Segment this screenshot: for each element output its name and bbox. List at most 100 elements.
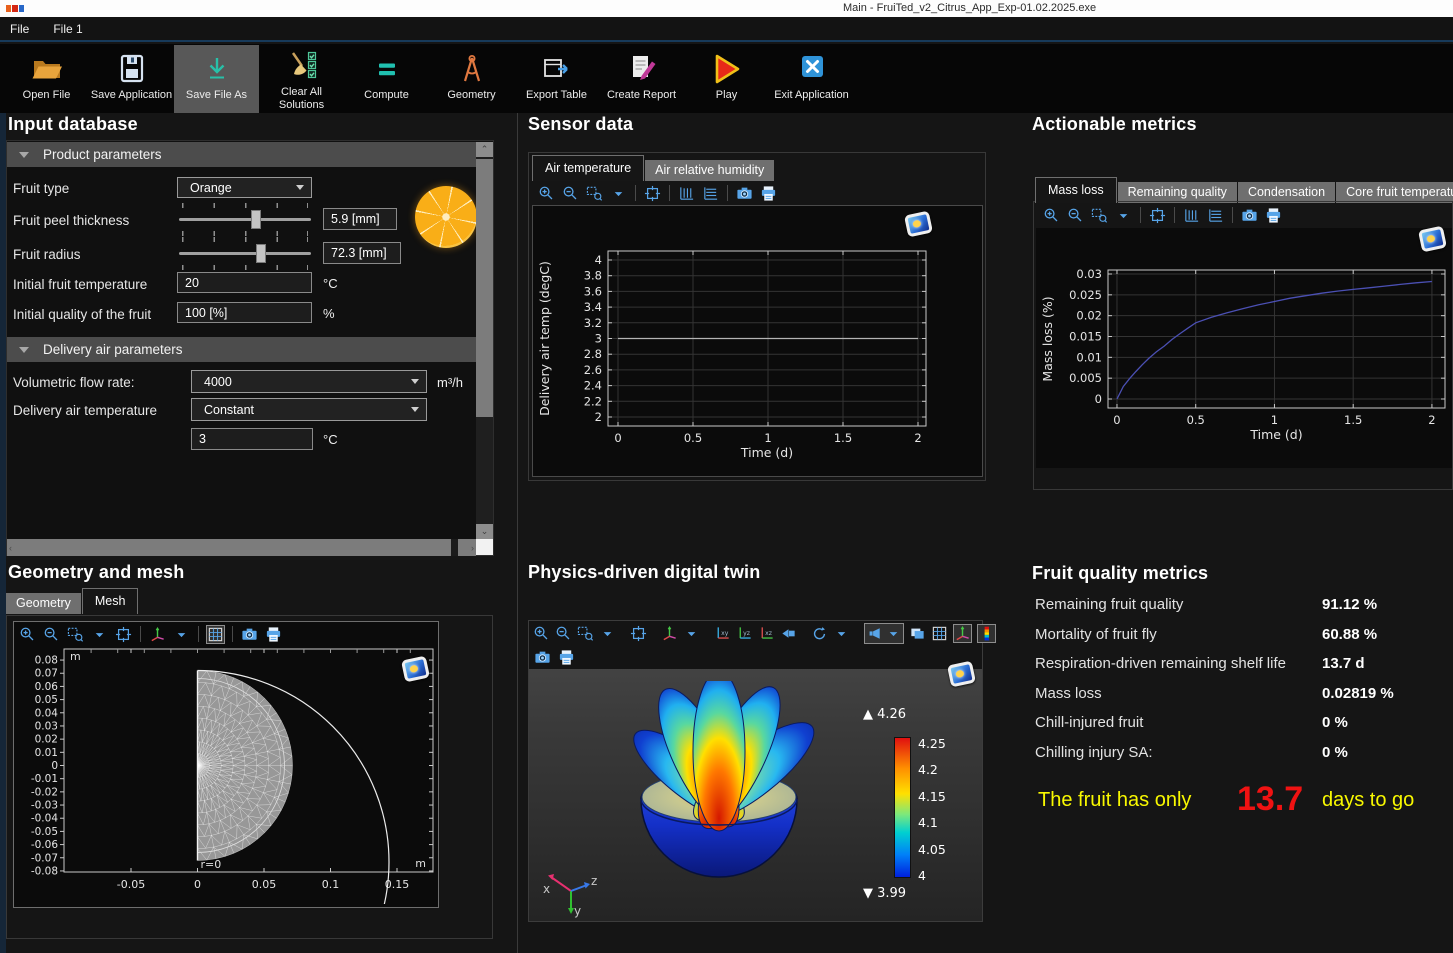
peel-thickness-value[interactable]: 5.9 [mm] xyxy=(323,208,397,230)
save-file-as-icon xyxy=(200,49,234,89)
print-icon[interactable] xyxy=(1264,206,1283,225)
radius-slider-thumb[interactable] xyxy=(256,244,266,263)
tab-condensation[interactable]: Condensation xyxy=(1238,182,1335,203)
svg-text:-0.05: -0.05 xyxy=(31,826,58,838)
show-axis-orientation-icon[interactable] xyxy=(953,624,972,643)
horizontal-scrollbar[interactable]: ‹ › xyxy=(7,539,476,556)
mesh-plot-canvas[interactable]: 0.080.070.060.050.040.030.020.010-0.01-0… xyxy=(14,646,438,904)
zoom-box-icon[interactable] xyxy=(66,625,85,644)
print-icon[interactable] xyxy=(557,648,576,667)
view-xz-icon[interactable] xyxy=(758,624,775,643)
save-application-button[interactable]: Save Application xyxy=(89,45,174,113)
delivery-air-header[interactable]: Delivery air parameters xyxy=(7,337,493,362)
view-dropdown-caret-icon[interactable] xyxy=(683,624,700,643)
digital-twin-visualization[interactable] xyxy=(604,681,834,911)
export-table-button[interactable]: Export Table xyxy=(514,45,599,113)
save-file-as-button[interactable]: Save File As xyxy=(174,45,259,113)
compute-button[interactable]: Compute xyxy=(344,45,429,113)
snapshot-camera-icon[interactable] xyxy=(1240,206,1259,225)
flow-rate-dropdown[interactable]: 4000 xyxy=(191,370,427,393)
product-parameters-header[interactable]: Product parameters xyxy=(7,142,493,167)
tab-mass-loss[interactable]: Mass loss xyxy=(1035,177,1117,203)
zoom-extents-icon[interactable] xyxy=(643,184,662,203)
delivery-temp-setpoint-input[interactable]: 3 xyxy=(191,428,313,450)
perspective-view-icon[interactable] xyxy=(780,624,797,643)
menu-file[interactable]: File xyxy=(10,22,29,36)
zoom-dropdown-caret-icon[interactable] xyxy=(1114,206,1133,225)
snapshot-camera-icon[interactable] xyxy=(533,648,552,667)
zoom-in-icon[interactable] xyxy=(18,625,37,644)
zoom-out-icon[interactable] xyxy=(1066,206,1085,225)
zoom-extents-icon[interactable] xyxy=(1148,206,1167,225)
tab-remaining-quality[interactable]: Remaining quality xyxy=(1118,182,1237,203)
scroll-down-button[interactable]: ⌄ xyxy=(476,524,493,539)
tab-core-fruit-temperature[interactable]: Core fruit temperature xyxy=(1336,182,1453,203)
scroll-left-button[interactable]: ‹ xyxy=(9,543,12,553)
sensor-chart-canvas[interactable]: 00.511.5222.22.42.62.833.23.43.63.84Time… xyxy=(533,206,982,476)
zoom-box-icon[interactable] xyxy=(585,184,604,203)
scene-light-icon[interactable] xyxy=(909,624,926,643)
tab-air-temperature[interactable]: Air temperature xyxy=(532,155,644,181)
exit-application-button[interactable]: Exit Application xyxy=(769,45,854,113)
open-file-button[interactable]: Open File xyxy=(4,45,89,113)
zoom-out-icon[interactable] xyxy=(561,184,580,203)
initial-temp-input[interactable]: 20 xyxy=(177,272,312,293)
axis-grid-icon[interactable] xyxy=(701,184,720,203)
zoom-dropdown-caret-icon[interactable] xyxy=(599,624,616,643)
zoom-dropdown-caret-icon[interactable] xyxy=(609,184,628,203)
zoom-out-icon[interactable] xyxy=(42,625,61,644)
zoom-extents-icon[interactable] xyxy=(114,625,133,644)
zoom-extents-icon[interactable] xyxy=(630,624,647,643)
view-orientation-icon[interactable] xyxy=(661,624,678,643)
zoom-dropdown-caret-icon[interactable] xyxy=(90,625,109,644)
scroll-up-button[interactable]: ⌃ xyxy=(476,142,493,157)
vertical-scrollbar-thumb[interactable] xyxy=(476,159,493,417)
menu-file-1[interactable]: File 1 xyxy=(53,22,82,36)
tab-mesh[interactable]: Mesh xyxy=(82,588,139,614)
rotate-view-icon[interactable] xyxy=(811,624,828,643)
create-report-button[interactable]: Create Report xyxy=(599,45,684,113)
show-grid-icon[interactable] xyxy=(931,624,948,643)
initial-quality-input[interactable]: 100 [%] xyxy=(177,302,312,323)
tab-geometry[interactable]: Geometry xyxy=(6,593,81,614)
print-icon[interactable] xyxy=(264,625,283,644)
show-color-legend-icon[interactable] xyxy=(977,624,996,643)
snapshot-camera-icon[interactable] xyxy=(735,184,754,203)
peel-slider-thumb[interactable] xyxy=(251,210,261,229)
zoom-out-icon[interactable] xyxy=(555,624,572,643)
snapshot-camera-icon[interactable] xyxy=(240,625,259,644)
view-xy-icon[interactable] xyxy=(714,624,731,643)
zoom-box-icon[interactable] xyxy=(577,624,594,643)
mass-loss-chart-canvas[interactable]: 00.511.5200.0050.010.0150.020.0250.03Tim… xyxy=(1036,228,1452,468)
show-grid-icon[interactable] xyxy=(206,625,225,644)
slider-track[interactable] xyxy=(179,252,311,255)
view-yz-icon[interactable] xyxy=(736,624,753,643)
default-view-caret-icon[interactable] xyxy=(884,624,903,643)
zoom-in-icon[interactable] xyxy=(533,624,550,643)
geometry-button[interactable]: Geometry xyxy=(429,45,514,113)
vertical-scrollbar[interactable]: ⌃ ⌄ xyxy=(476,142,493,539)
collapse-triangle-icon xyxy=(19,152,29,158)
y-axis-log-icon[interactable] xyxy=(1182,206,1201,225)
print-icon[interactable] xyxy=(759,184,778,203)
delivery-temp-dropdown[interactable]: Constant xyxy=(191,398,427,421)
peel-thickness-slider[interactable] xyxy=(179,203,311,237)
slider-track[interactable] xyxy=(179,218,311,221)
axis-grid-icon[interactable] xyxy=(1206,206,1225,225)
play-button[interactable]: Play xyxy=(684,45,769,113)
fruit-type-dropdown[interactable]: Orange xyxy=(177,177,312,198)
clear-all-solutions-button[interactable]: Clear All Solutions xyxy=(259,45,344,113)
rotate-dropdown-caret-icon[interactable] xyxy=(833,624,850,643)
go-to-default-view-icon[interactable] xyxy=(865,624,884,643)
tab-air-relative-humidity[interactable]: Air relative humidity xyxy=(645,160,774,181)
fruit-radius-slider[interactable] xyxy=(179,237,311,271)
zoom-in-icon[interactable] xyxy=(1042,206,1061,225)
zoom-box-icon[interactable] xyxy=(1090,206,1109,225)
y-axis-log-icon[interactable] xyxy=(677,184,696,203)
scroll-right-button[interactable]: › xyxy=(471,543,474,553)
view-dropdown-caret-icon[interactable] xyxy=(172,625,191,644)
fruit-radius-value[interactable]: 72.3 [mm] xyxy=(323,242,401,264)
zoom-in-icon[interactable] xyxy=(537,184,556,203)
view-orientation-icon[interactable] xyxy=(148,625,167,644)
slider-ticks xyxy=(182,231,308,236)
